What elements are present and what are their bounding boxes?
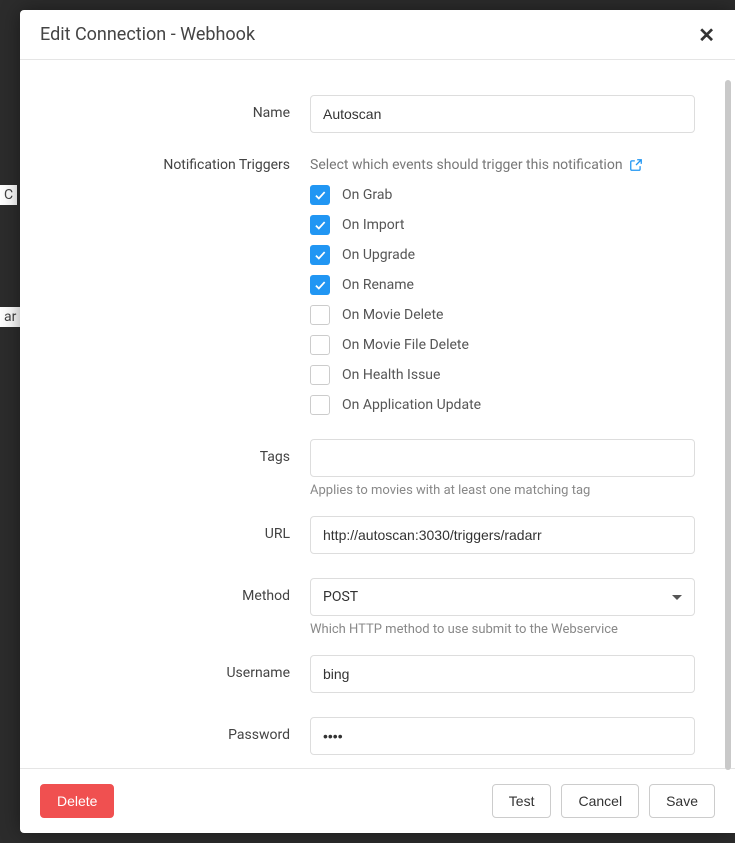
trigger-checkbox[interactable] xyxy=(310,215,330,235)
trigger-label: On Health Issue xyxy=(342,367,440,383)
row-password: Password xyxy=(60,717,695,755)
triggers-list: On Grab On Import On Upgrade On Rename On Mo… xyxy=(310,185,695,415)
tags-input[interactable] xyxy=(310,439,695,477)
name-label: Name xyxy=(60,95,310,121)
trigger-label: On Upgrade xyxy=(342,247,415,263)
trigger-row: On Movie Delete xyxy=(310,305,695,325)
bg-text-fragment: ar xyxy=(0,307,20,327)
modal-body: Name Notification Triggers Select which … xyxy=(20,60,735,768)
row-name: Name xyxy=(60,95,695,133)
check-icon xyxy=(313,188,327,202)
modal-title: Edit Connection - Webhook xyxy=(40,24,255,45)
trigger-checkbox[interactable] xyxy=(310,305,330,325)
chevron-down-icon xyxy=(672,595,682,600)
password-label: Password xyxy=(60,717,310,743)
row-username: Username xyxy=(60,655,695,693)
external-link-icon[interactable] xyxy=(629,158,643,172)
trigger-label: On Movie Delete xyxy=(342,307,443,323)
username-label: Username xyxy=(60,655,310,681)
url-label: URL xyxy=(60,516,310,542)
trigger-checkbox[interactable] xyxy=(310,275,330,295)
row-tags: Tags Applies to movies with at least one… xyxy=(60,439,695,498)
trigger-label: On Grab xyxy=(342,187,392,203)
bg-text-fragment: C xyxy=(0,185,17,205)
trigger-row: On Upgrade xyxy=(310,245,695,265)
method-helper: Which HTTP method to use submit to the W… xyxy=(310,622,695,637)
trigger-row: On Health Issue xyxy=(310,365,695,385)
url-input[interactable] xyxy=(310,516,695,554)
password-input[interactable] xyxy=(310,717,695,755)
triggers-helper: Select which events should trigger this … xyxy=(310,157,695,173)
row-url: URL xyxy=(60,516,695,554)
save-button[interactable]: Save xyxy=(649,784,715,818)
trigger-row: On Movie File Delete xyxy=(310,335,695,355)
trigger-row: On Application Update xyxy=(310,395,695,415)
row-method: Method POST Which HTTP method to use sub… xyxy=(60,578,695,637)
check-icon xyxy=(313,218,327,232)
triggers-label: Notification Triggers xyxy=(60,157,310,173)
triggers-helper-text: Select which events should trigger this … xyxy=(310,157,623,173)
method-label: Method xyxy=(60,578,310,604)
trigger-row: On Import xyxy=(310,215,695,235)
trigger-label: On Rename xyxy=(342,277,414,293)
username-input[interactable] xyxy=(310,655,695,693)
method-select[interactable]: POST xyxy=(310,578,695,616)
method-value: POST xyxy=(323,589,358,605)
trigger-label: On Import xyxy=(342,217,404,233)
modal-header: Edit Connection - Webhook ✕ xyxy=(20,10,735,60)
trigger-row: On Rename xyxy=(310,275,695,295)
close-icon[interactable]: ✕ xyxy=(698,25,715,45)
trigger-row: On Grab xyxy=(310,185,695,205)
check-icon xyxy=(313,278,327,292)
cancel-button[interactable]: Cancel xyxy=(561,784,639,818)
edit-connection-modal: Edit Connection - Webhook ✕ Name Notific… xyxy=(20,10,735,833)
trigger-checkbox[interactable] xyxy=(310,185,330,205)
trigger-checkbox[interactable] xyxy=(310,335,330,355)
row-triggers: Notification Triggers Select which event… xyxy=(60,157,695,415)
name-input[interactable] xyxy=(310,95,695,133)
trigger-label: On Movie File Delete xyxy=(342,337,469,353)
trigger-checkbox[interactable] xyxy=(310,395,330,415)
delete-button[interactable]: Delete xyxy=(40,784,114,818)
test-button[interactable]: Test xyxy=(492,784,552,818)
trigger-checkbox[interactable] xyxy=(310,365,330,385)
tags-helper: Applies to movies with at least one matc… xyxy=(310,483,695,498)
trigger-checkbox[interactable] xyxy=(310,245,330,265)
scrollbar[interactable] xyxy=(725,80,731,770)
modal-footer: Delete Test Cancel Save xyxy=(20,768,735,833)
check-icon xyxy=(313,248,327,262)
trigger-label: On Application Update xyxy=(342,397,481,413)
tags-label: Tags xyxy=(60,439,310,465)
